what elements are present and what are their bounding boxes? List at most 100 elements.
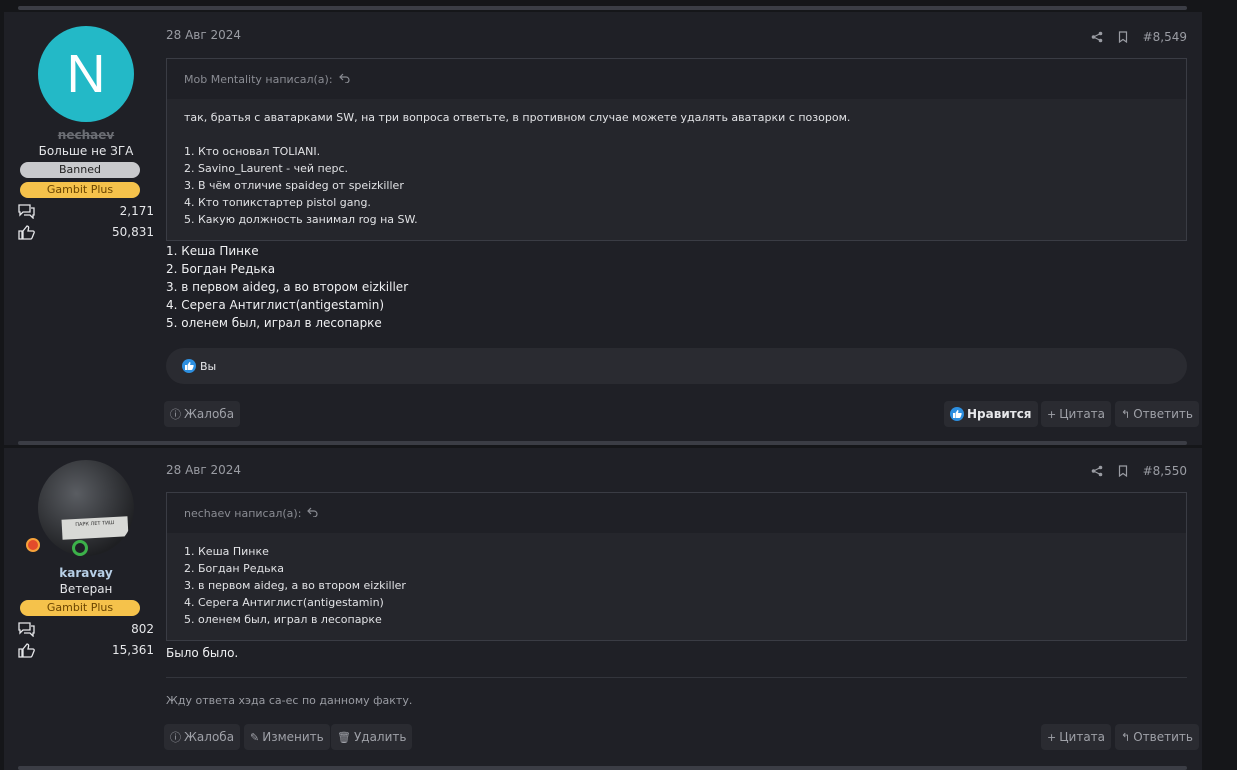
post-tools: #8,549 [1091,30,1187,44]
like-label: Нравится [967,407,1032,421]
delete-button[interactable]: 🗑 Удалить [331,724,413,750]
post-8550: ПАРК ЛЕТ ТИШ karavay Ветеран Gambit Plus… [4,448,1202,770]
post-date[interactable]: 28 Авг 2024 [166,28,241,42]
post-number[interactable]: #8,549 [1143,30,1187,44]
edit-label: Изменить [262,730,324,744]
quote-label: Цитата [1059,730,1106,744]
banned-badge: Banned [20,162,140,178]
quote-header[interactable]: nechaev написал(а): [167,493,1186,533]
message-line: 2. Богдан Редька [166,262,276,276]
reply-label: Ответить [1133,407,1193,421]
avatar[interactable]: ПАРК ЛЕТ ТИШ [38,460,134,556]
quote-jump-icon[interactable] [307,507,318,520]
quote-line: 2. Savino_Laurent - чей перс. [184,162,349,175]
report-icon: ⓘ [170,731,181,744]
report-button[interactable]: ⓘ Жалоба [164,724,241,750]
quote-block: nechaev написал(а): 1. Кеша Пинке 2. Бог… [166,492,1187,641]
report-label: Жалоба [184,407,235,421]
user-title: Ветеран [59,582,113,596]
avatar-letter: N [66,44,106,104]
messages-count: 802 [131,622,154,636]
post-divider [18,766,1187,770]
report-label: Жалоба [184,730,235,744]
quote-line: 4. Кто топикстартер pistol gang. [184,196,371,209]
quote-content: 1. Кеша Пинке 2. Богдан Редька 3. в перв… [167,533,1186,640]
username[interactable]: nechaev [18,128,154,142]
quote-line: 1. Кто основал TOLIANI. [184,145,321,158]
signature: Жду ответа хэда са-ес по данному факту. [166,694,413,707]
post-actions: ⓘ Жалоба ✎ Изменить 🗑 Удалить + Цитата ↰… [164,724,1199,750]
messages-stat: 802 [18,621,154,637]
message-line: 1. Кеша Пинке [166,244,259,258]
messages-stat: 2,171 [18,203,154,219]
quote-line: 4. Серега Антиглист(antigestamin) [184,596,384,609]
share-icon[interactable] [1091,31,1103,43]
messages-count: 2,171 [119,204,154,218]
post-date[interactable]: 28 Авг 2024 [166,463,241,477]
gambit-plus-badge: Gambit Plus [20,600,140,616]
like-icon [950,407,964,421]
quote-content: так, братья с аватарками SW, на три вопр… [167,99,1186,240]
thumbs-up-icon [18,224,36,240]
reply-icon: ↰ [1121,407,1131,421]
online-status-icon [72,540,88,556]
quote-button[interactable]: + Цитата [1041,724,1112,750]
quote-line: 2. Богдан Редька [184,562,284,575]
quote-author[interactable]: nechaev написал(а): [184,507,301,520]
post-tools: #8,550 [1091,464,1187,478]
quote-button[interactable]: + Цитата [1041,401,1112,427]
messages-icon [18,621,36,637]
quote-line: 3. в первом aideg, а во втором eizkiller [184,579,406,592]
reply-icon: ↰ [1121,730,1131,744]
post-actions: ⓘ Жалоба Нравится + Цитата ↰ Ответить [164,401,1199,427]
post-divider [18,441,1187,445]
pencil-icon: ✎ [250,730,260,744]
like-button[interactable]: Нравится [944,401,1038,427]
reply-button[interactable]: ↰ Ответить [1115,724,1199,750]
username[interactable]: karavay [18,566,154,580]
reply-label: Ответить [1133,730,1193,744]
avatar-sign: ПАРК ЛЕТ ТИШ [61,516,129,540]
reply-button[interactable]: ↰ Ответить [1115,401,1199,427]
user-title: Больше не ЗГА [38,144,134,158]
reactions-stat: 15,361 [18,642,154,658]
sun-badge-icon [26,538,40,552]
reactions-count: 15,361 [112,643,154,657]
report-button[interactable]: ⓘ Жалоба [164,401,241,427]
like-reaction-icon [182,359,196,373]
plus-icon: + [1047,407,1057,421]
thumbs-up-icon [18,642,36,658]
quote-block: Mob Mentality написал(а): так, братья с … [166,58,1187,241]
signature-divider [166,677,1187,678]
share-icon[interactable] [1091,465,1103,477]
post-8549: N nechaev Больше не ЗГА Banned Gambit Pl… [4,12,1202,445]
quote-line: 5. Какую должность занимал rog на SW. [184,213,418,226]
post-author-panel: N nechaev Больше не ЗГА Banned Gambit Pl… [18,26,154,240]
reactions-stat: 50,831 [18,224,154,240]
post-author-panel: ПАРК ЛЕТ ТИШ karavay Ветеран Gambit Plus… [18,460,154,658]
message-line: 5. оленем был, играл в лесопарке [166,316,382,330]
reaction-users[interactable]: Вы [200,360,216,373]
post-number[interactable]: #8,550 [1143,464,1187,478]
reactions-bar[interactable]: Вы [166,348,1187,384]
quote-line: 3. В чём отличие spaideg от speizkiller [184,179,404,192]
quote-author[interactable]: Mob Mentality написал(а): [184,73,333,86]
report-icon: ⓘ [170,408,181,421]
quote-line: 1. Кеша Пинке [184,545,269,558]
top-divider [18,6,1187,10]
trash-icon: 🗑 [337,730,351,744]
quote-jump-icon[interactable] [338,73,350,86]
quote-header[interactable]: Mob Mentality написал(а): [167,59,1186,99]
edit-button[interactable]: ✎ Изменить [244,724,330,750]
quote-label: Цитата [1059,407,1106,421]
bookmark-icon[interactable] [1117,31,1129,43]
plus-icon: + [1047,730,1057,744]
gambit-plus-badge: Gambit Plus [20,182,140,198]
bookmark-icon[interactable] [1117,465,1129,477]
quote-intro: так, братья с аватарками SW, на три вопр… [184,111,851,124]
messages-icon [18,203,36,219]
message-line: 4. Серега Антиглист(antigestamin) [166,298,385,312]
reactions-count: 50,831 [112,225,154,239]
message-text: Было было. [166,646,239,660]
avatar[interactable]: N [38,26,134,122]
